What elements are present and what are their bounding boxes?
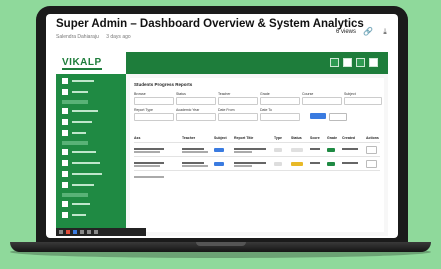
taskbar-icon[interactable]: [59, 230, 63, 234]
sidebar-item[interactable]: [62, 170, 126, 178]
sidebar-item[interactable]: [62, 211, 126, 219]
sidebar-item[interactable]: [62, 129, 126, 137]
filter-select[interactable]: [134, 97, 174, 105]
link-icon[interactable]: 🔗: [363, 27, 373, 37]
topbar-button[interactable]: [343, 58, 352, 67]
date-to-input[interactable]: [260, 113, 300, 121]
filter-label: Grade: [260, 92, 270, 96]
table-header: Created: [342, 136, 356, 140]
video-card: Super Admin – Dashboard Overview & Syste…: [46, 14, 398, 238]
laptop-notch: [196, 242, 246, 246]
taskbar-icon[interactable]: [80, 230, 84, 234]
filter-label: Status: [176, 92, 186, 96]
filter-select[interactable]: [260, 97, 300, 105]
author-name[interactable]: Salendra Dahiaraju: [56, 34, 99, 40]
reset-button[interactable]: [329, 113, 347, 121]
filter-label: Date To: [260, 108, 272, 112]
filter-label: Course: [302, 92, 314, 96]
app-logo: VIKALP: [62, 57, 102, 68]
filter-label: Browse: [134, 92, 146, 96]
logo-underline: [62, 68, 102, 70]
reports-panel: Students Progress Reports Browse Status …: [130, 78, 384, 232]
table-header: Teacher: [182, 136, 196, 140]
sidebar-separator: [62, 141, 88, 145]
table-header: Score: [310, 136, 320, 140]
filter-label: Academic Year: [176, 108, 200, 112]
sidebar-separator: [62, 193, 88, 197]
table-header: Actions: [366, 136, 379, 140]
grade-badge: [327, 148, 335, 152]
taskbar-icon[interactable]: [94, 230, 98, 234]
grade-badge: [327, 162, 335, 166]
card-actions: 6 views 🔗 ⤓: [336, 27, 390, 37]
report-type-select[interactable]: [134, 113, 174, 121]
download-icon[interactable]: ⤓: [380, 27, 390, 37]
video-preview[interactable]: VIKALP Students Progress Reports Browse …: [56, 52, 388, 236]
logo-box: VIKALP: [56, 52, 126, 74]
filter-label: Teacher: [218, 92, 231, 96]
taskbar-icon[interactable]: [73, 230, 77, 234]
views-count: 6 views: [335, 29, 356, 35]
card-header: Super Admin – Dashboard Overview & Syste…: [46, 14, 398, 50]
table-divider: [134, 142, 380, 143]
sidebar-item[interactable]: [62, 77, 126, 85]
filter-select[interactable]: [218, 97, 258, 105]
filter-select[interactable]: [176, 97, 216, 105]
topbar-button[interactable]: [330, 58, 339, 67]
sidebar-separator: [62, 100, 88, 104]
topbar-button[interactable]: [369, 58, 378, 67]
table-header: Ass: [134, 136, 141, 140]
sidebar-item[interactable]: [62, 107, 126, 115]
app-sidebar: [56, 74, 126, 236]
filter-label: Date From: [218, 108, 235, 112]
sidebar-item[interactable]: [62, 181, 126, 189]
row-action-button[interactable]: [366, 160, 377, 168]
table-divider: [134, 170, 380, 171]
academic-year-select[interactable]: [176, 113, 216, 121]
filter-button[interactable]: [310, 113, 326, 119]
subject-badge: [214, 148, 224, 152]
sidebar-item[interactable]: [62, 88, 126, 96]
row-action-button[interactable]: [366, 146, 377, 154]
filter-label: Subject: [344, 92, 356, 96]
type-badge: [274, 148, 282, 152]
sidebar-item[interactable]: [62, 148, 126, 156]
table-header: Report Title: [234, 136, 254, 140]
subject-badge: [214, 162, 224, 166]
sidebar-item[interactable]: [62, 159, 126, 167]
topbar-button[interactable]: [356, 58, 365, 67]
filter-label: Report Type: [134, 108, 154, 112]
type-badge: [274, 162, 282, 166]
table-header: Grade: [327, 136, 338, 140]
sidebar-item[interactable]: [62, 200, 126, 208]
taskbar-icon[interactable]: [66, 230, 70, 234]
date-from-input[interactable]: [218, 113, 258, 121]
sidebar-item[interactable]: [62, 118, 126, 126]
filter-select[interactable]: [302, 97, 342, 105]
table-footer: [134, 176, 164, 178]
video-taskbar: [56, 228, 146, 236]
table-header: Subject: [214, 136, 227, 140]
status-badge: [291, 148, 303, 152]
taskbar-icon[interactable]: [87, 230, 91, 234]
table-divider: [134, 156, 380, 157]
posted-time: 3 days ago: [106, 34, 131, 40]
app-topbar: VIKALP: [56, 52, 388, 74]
table-header: Type: [274, 136, 282, 140]
table-header: Status: [291, 136, 302, 140]
filter-select[interactable]: [344, 97, 382, 105]
section-title: Students Progress Reports: [134, 82, 193, 87]
status-badge: [291, 162, 303, 166]
topbar-buttons: [330, 58, 378, 67]
